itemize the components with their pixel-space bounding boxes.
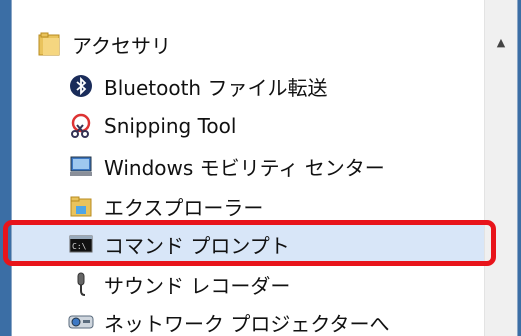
menu-item-mobility-center[interactable]: Windows モビリティ センター [12, 146, 484, 186]
menu-item-label: Bluetooth ファイル転送 [104, 75, 328, 100]
start-menu-panel: アクセサリ Bluetooth ファイル転送 Snipping Tool Win… [11, 0, 518, 336]
menu-item-label: Snipping Tool [104, 114, 237, 138]
projector-icon [66, 307, 96, 336]
menu-item-bluetooth-transfer[interactable]: Bluetooth ファイル転送 [12, 66, 484, 106]
command-prompt-icon: C:\ [66, 229, 96, 259]
menu-item-label: Windows モビリティ センター [104, 155, 385, 180]
microphone-icon [66, 269, 96, 299]
menu-item-label: エクスプローラー [104, 195, 264, 220]
folder-accessories[interactable]: アクセサリ [12, 24, 484, 64]
menu-item-command-prompt[interactable]: C:\ コマンド プロンプト [12, 223, 484, 265]
explorer-folder-icon [66, 191, 96, 221]
menu-item-snipping-tool[interactable]: Snipping Tool [12, 106, 484, 146]
menu-item-label: コマンド プロンプト [104, 233, 290, 258]
bluetooth-icon [66, 71, 96, 101]
vertical-scrollbar[interactable]: ▲ [484, 0, 517, 336]
menu-item-explorer[interactable]: エクスプローラー [12, 186, 484, 226]
scissors-icon [66, 111, 96, 141]
menu-item-label: サウンド レコーダー [104, 273, 291, 298]
folder-icon [34, 29, 64, 59]
svg-text:C:\: C:\ [72, 242, 87, 251]
scroll-up-arrow-icon[interactable]: ▲ [485, 26, 517, 58]
menu-item-label: ネットワーク プロジェクターへ [104, 311, 390, 336]
folder-label: アクセサリ [72, 33, 171, 58]
menu-item-sound-recorder[interactable]: サウンド レコーダー [12, 264, 484, 304]
mobility-center-icon [66, 151, 96, 181]
menu-item-network-projector[interactable]: ネットワーク プロジェクターへ [12, 302, 484, 336]
